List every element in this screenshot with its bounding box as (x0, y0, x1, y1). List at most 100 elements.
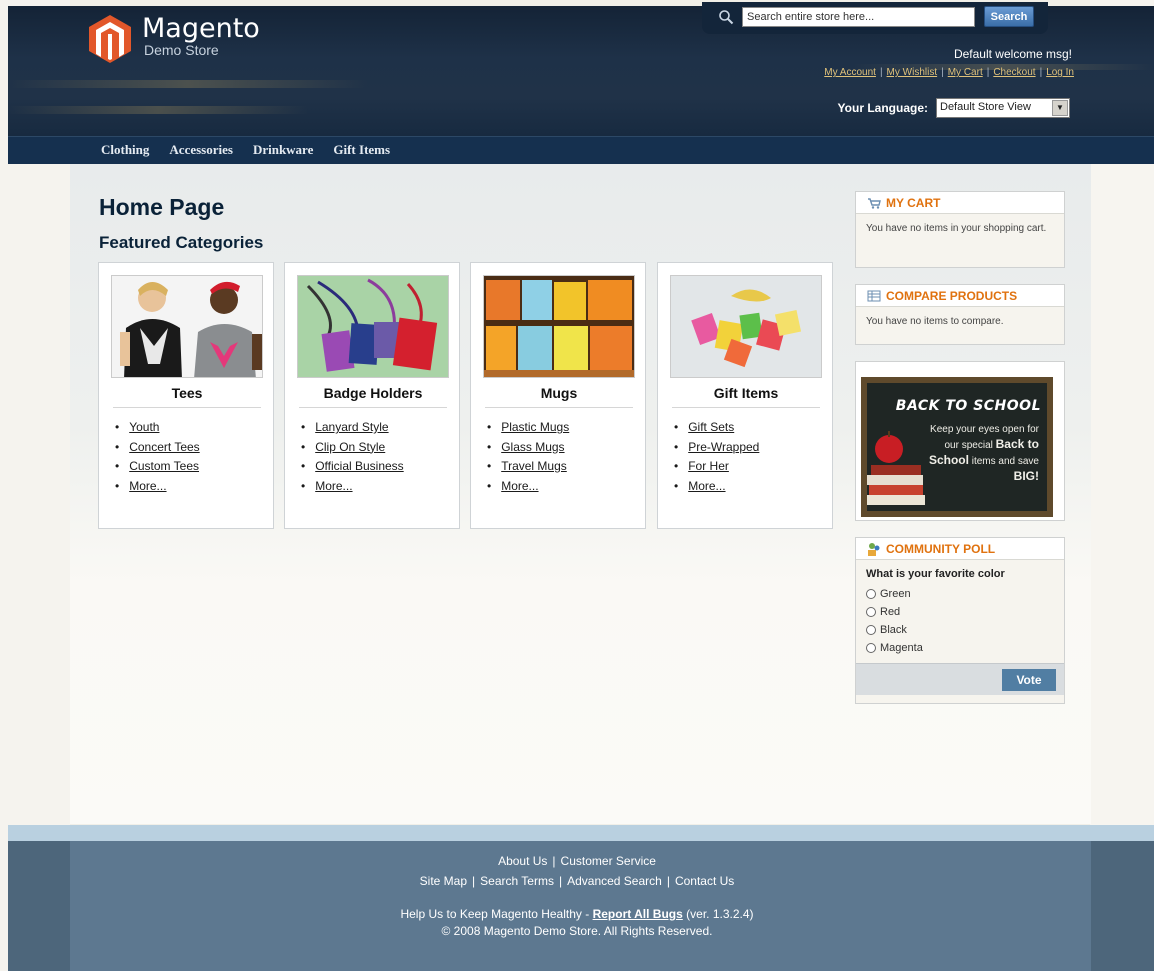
compare-icon (867, 290, 881, 301)
cart-icon (868, 197, 881, 209)
checkout-link[interactable]: Checkout (993, 67, 1035, 78)
separator: | (941, 67, 944, 78)
nav-item-gift-items[interactable]: Gift Items (333, 142, 390, 158)
log-in-link[interactable]: Log In (1046, 67, 1074, 78)
vote-button[interactable]: Vote (1002, 669, 1056, 691)
category-link[interactable]: Official Business (301, 457, 403, 477)
category-image-tees[interactable] (111, 275, 263, 378)
header-decoration (8, 106, 308, 114)
my-cart-block: MY CART You have no items in your shoppi… (855, 191, 1065, 268)
report-bugs-link[interactable]: Report All Bugs (593, 907, 683, 921)
category-image-gift-items[interactable] (670, 275, 822, 378)
category-link[interactable]: Youth (115, 418, 200, 438)
footer-links: About Us | Customer Service Site Map | Searc… (0, 851, 1154, 939)
nav-item-drinkware[interactable]: Drinkware (253, 142, 313, 158)
separator: | (986, 67, 990, 78)
category-card-mugs: Mugs Plastic Mugs Glass Mugs Travel Mugs… (470, 262, 646, 529)
nav-item-accessories[interactable]: Accessories (169, 142, 233, 158)
my-cart-title: MY CART (886, 195, 941, 210)
radio-button[interactable] (866, 607, 876, 617)
footer-link-contact-us[interactable]: Contact Us (675, 874, 734, 888)
language-switcher: Your Language: Default Store View ▼ (838, 98, 1070, 118)
category-links-mugs: Plastic Mugs Glass Mugs Travel Mugs More… (487, 418, 569, 496)
welcome-message: Default welcome msg! (953, 47, 1072, 61)
poll-option-black[interactable]: Black (866, 621, 1054, 639)
category-image-badge-holders[interactable] (297, 275, 449, 378)
category-more-link[interactable]: More... (487, 477, 569, 497)
search-form: Search (702, 2, 1048, 34)
category-title-badge-holders[interactable]: Badge Holders (285, 385, 461, 401)
category-link[interactable]: Glass Mugs (487, 438, 569, 458)
compare-products-block: COMPARE PRODUCTS You have no items to co… (855, 284, 1065, 345)
category-link[interactable]: Travel Mugs (487, 457, 569, 477)
promo-text: Keep your eyes open for our special Back… (928, 424, 1039, 483)
nav-item-clothing[interactable]: Clothing (101, 142, 149, 158)
footer-link-search-terms[interactable]: Search Terms (480, 874, 554, 888)
page-title: Home Page (99, 194, 225, 220)
my-account-link[interactable]: My Account (824, 67, 876, 78)
magento-logo-icon (89, 15, 131, 63)
poll-option-red[interactable]: Red (866, 603, 1054, 621)
category-link[interactable]: Concert Tees (115, 438, 199, 458)
back-to-school-banner[interactable]: BACK TO SCHOOL Keep your eyes open for o… (855, 361, 1065, 521)
category-title-gift-items[interactable]: Gift Items (658, 385, 834, 401)
separator: | (666, 874, 670, 888)
category-link[interactable]: Lanyard Style (301, 418, 404, 438)
compare-products-title: COMPARE PRODUCTS (886, 288, 1018, 303)
category-link[interactable]: For Her (674, 457, 759, 477)
logo-title: Magento (142, 13, 260, 44)
poll-option-green[interactable]: Green (866, 585, 1054, 603)
chalkboard: BACK TO SCHOOL Keep your eyes open for o… (867, 383, 1047, 511)
search-icon (719, 10, 734, 25)
category-link[interactable]: Pre-Wrapped (674, 438, 759, 458)
chalkboard-frame: BACK TO SCHOOL Keep your eyes open for o… (861, 377, 1053, 517)
language-select[interactable]: Default Store View ▼ (936, 98, 1070, 118)
header-decoration (8, 80, 368, 88)
separator: | (552, 854, 556, 868)
chevron-down-icon[interactable]: ▼ (1052, 100, 1068, 116)
separator: | (1039, 67, 1043, 78)
radio-button[interactable] (866, 589, 876, 599)
category-image-mugs[interactable] (483, 275, 635, 378)
search-button[interactable]: Search (984, 6, 1034, 27)
footer-link-site-map[interactable]: Site Map (420, 874, 467, 888)
my-cart-link[interactable]: My Cart (948, 67, 983, 78)
footer-band (8, 825, 1154, 841)
my-cart-text: You have no items in your shopping cart. (866, 223, 1047, 234)
footer-link-customer-service[interactable]: Customer Service (561, 854, 656, 868)
footer-copyright: © 2008 Magento Demo Store. All Rights Re… (441, 924, 713, 938)
category-more-link[interactable]: More... (674, 477, 759, 497)
category-links-badge-holders: Lanyard Style Clip On Style Official Bus… (301, 418, 404, 497)
category-more-link[interactable]: More... (115, 477, 200, 497)
poll-option-magenta[interactable]: Magenta (866, 639, 1054, 657)
divider (299, 407, 447, 408)
category-link[interactable]: Custom Tees (115, 457, 200, 477)
compare-products-header: COMPARE PRODUCTS (856, 285, 1064, 307)
community-poll-header: COMMUNITY POLL (856, 538, 1064, 560)
page: Magento Demo Store Search Default welcom… (0, 0, 1154, 971)
footer-link-advanced-search[interactable]: Advanced Search (567, 874, 662, 888)
category-more-link[interactable]: More... (301, 477, 404, 497)
category-card-tees: Tees Youth Concert Tees Custom Tees More… (98, 262, 274, 529)
divider (485, 407, 633, 408)
divider (113, 407, 261, 408)
divider (672, 407, 820, 408)
category-link[interactable]: Gift Sets (674, 418, 759, 438)
category-links-tees: Youth Concert Tees Custom Tees More... (115, 418, 200, 497)
footer-help: Help Us to Keep Magento Healthy - Report… (400, 907, 754, 921)
account-links: My Account | My Wishlist | My Cart | Checkout |… (824, 67, 1074, 78)
store-logo[interactable]: Magento Demo Store (88, 14, 260, 64)
footer-link-about-us[interactable]: About Us (498, 854, 547, 868)
my-wishlist-link[interactable]: My Wishlist (887, 67, 938, 78)
category-title-mugs[interactable]: Mugs (471, 385, 647, 401)
search-input[interactable] (742, 7, 975, 27)
category-title-tees[interactable]: Tees (99, 385, 275, 401)
poll-footer: Vote (856, 663, 1064, 695)
category-link[interactable]: Plastic Mugs (487, 418, 569, 438)
compare-products-text: You have no items to compare. (866, 316, 1004, 327)
community-poll-block: COMMUNITY POLL What is your favorite col… (855, 537, 1065, 704)
category-link[interactable]: Clip On Style (301, 438, 404, 458)
radio-button[interactable] (866, 643, 876, 653)
radio-button[interactable] (866, 625, 876, 635)
category-links-gift-items: Gift Sets Pre-Wrapped For Her More... (674, 418, 759, 496)
